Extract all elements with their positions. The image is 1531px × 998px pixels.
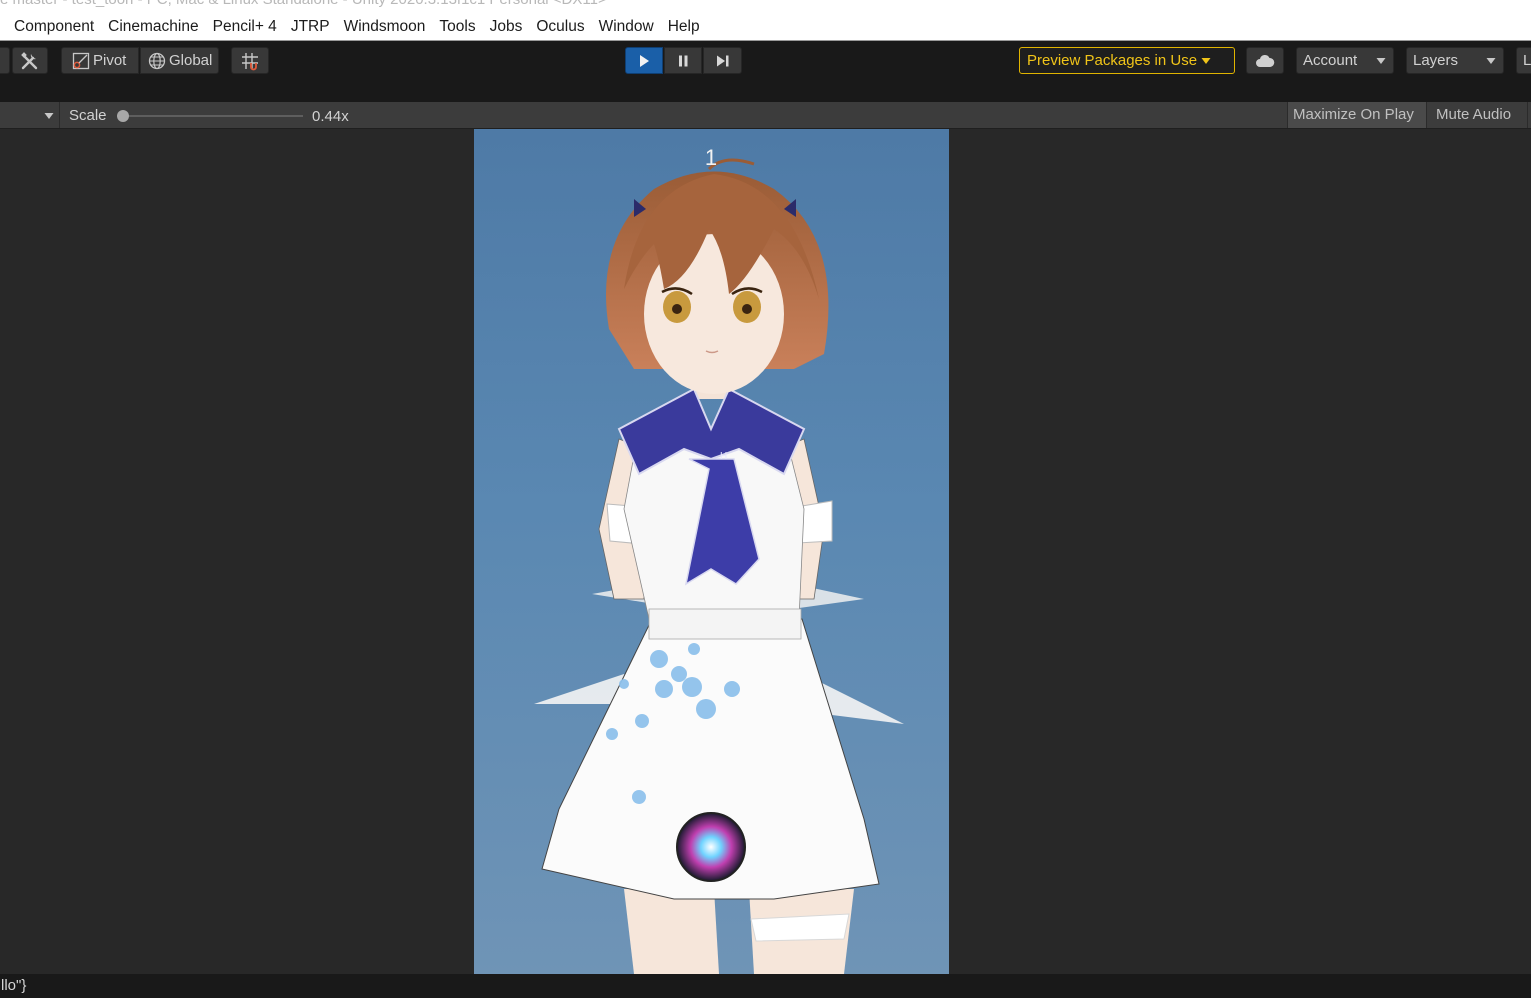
dropdown-arrow-icon: [44, 113, 54, 119]
menu-help[interactable]: Help: [661, 14, 707, 40]
layout-label: L: [1523, 52, 1531, 69]
mute-audio-label: Mute Audio: [1436, 106, 1512, 123]
tool-partial-button[interactable]: [0, 47, 10, 74]
window-title: e master - test_toon - PC, Mac & Linux S…: [0, 0, 607, 8]
console-status-bar[interactable]: llo"}: [0, 974, 1531, 998]
main-toolbar: Pivot Global Preview Packages in Use Acc…: [0, 41, 1531, 79]
anime-character-render: H 1: [534, 145, 904, 974]
menu-jobs[interactable]: Jobs: [483, 14, 530, 40]
display-dropdown[interactable]: [0, 102, 60, 128]
layout-dropdown[interactable]: L: [1516, 47, 1531, 74]
scale-value: 0.44x: [312, 108, 349, 125]
window-title-bar: e master - test_toon - PC, Mac & Linux S…: [0, 0, 1531, 14]
tab-strip: [0, 79, 1531, 102]
dropdown-arrow-icon: [1201, 57, 1211, 64]
wrench-cross-icon: [21, 51, 38, 69]
menu-bar: Component Cinemachine Pencil+ 4 JTRP Win…: [0, 14, 1531, 41]
play-button[interactable]: [625, 47, 663, 74]
scale-label: Scale: [69, 107, 107, 124]
maximize-on-play-toggle[interactable]: Maximize On Play: [1287, 102, 1427, 128]
scale-slider-track: [121, 115, 303, 117]
global-toggle-button[interactable]: Global: [140, 47, 219, 74]
menu-windsmoon[interactable]: Windsmoon: [337, 14, 433, 40]
pivot-icon: [72, 52, 90, 69]
pivot-toggle-button[interactable]: Pivot: [61, 47, 139, 74]
snap-grid-button[interactable]: [231, 47, 269, 74]
step-forward-icon: [716, 55, 728, 66]
overlay-number: 1: [705, 145, 717, 170]
account-dropdown[interactable]: Account: [1296, 47, 1394, 74]
menu-pencil-plus[interactable]: Pencil+ 4: [206, 14, 284, 40]
layers-dropdown[interactable]: Layers: [1406, 47, 1504, 74]
preview-packages-label: Preview Packages in Use: [1027, 52, 1198, 69]
scale-slider-handle[interactable]: [117, 110, 129, 122]
play-icon: [640, 54, 649, 67]
pause-icon: [679, 55, 688, 66]
scale-slider[interactable]: [117, 110, 305, 122]
menu-oculus[interactable]: Oculus: [529, 14, 591, 40]
collar-letter: H: [720, 451, 727, 462]
account-label: Account: [1303, 52, 1358, 69]
game-viewport[interactable]: H 1: [0, 129, 1531, 974]
dropdown-arrow-icon: [1376, 58, 1386, 64]
menu-window[interactable]: Window: [592, 14, 661, 40]
pause-button[interactable]: [664, 47, 702, 74]
console-last-message: llo"}: [1, 977, 27, 994]
game-render[interactable]: H 1: [474, 129, 949, 974]
menu-tools[interactable]: Tools: [432, 14, 482, 40]
mute-audio-toggle[interactable]: Mute Audio: [1428, 102, 1528, 128]
menu-cinemachine[interactable]: Cinemachine: [101, 14, 205, 40]
step-button[interactable]: [703, 47, 742, 74]
preview-packages-dropdown[interactable]: Preview Packages in Use: [1019, 47, 1235, 74]
dropdown-arrow-icon: [1486, 58, 1496, 64]
grid-snap-icon: [242, 52, 258, 70]
menu-component[interactable]: Component: [7, 14, 101, 40]
maximize-on-play-label: Maximize On Play: [1293, 106, 1414, 123]
globe-icon: [148, 52, 166, 69]
global-label: Global: [169, 52, 213, 69]
cloud-icon: [1256, 54, 1275, 67]
pivot-label: Pivot: [93, 52, 127, 69]
custom-tools-button[interactable]: [12, 47, 48, 74]
menu-jtrp[interactable]: JTRP: [284, 14, 337, 40]
cloud-button[interactable]: [1246, 47, 1284, 74]
game-view-toolbar: Scale 0.44x Maximize On Play Mute Audio: [0, 102, 1531, 129]
layers-label: Layers: [1413, 52, 1459, 69]
